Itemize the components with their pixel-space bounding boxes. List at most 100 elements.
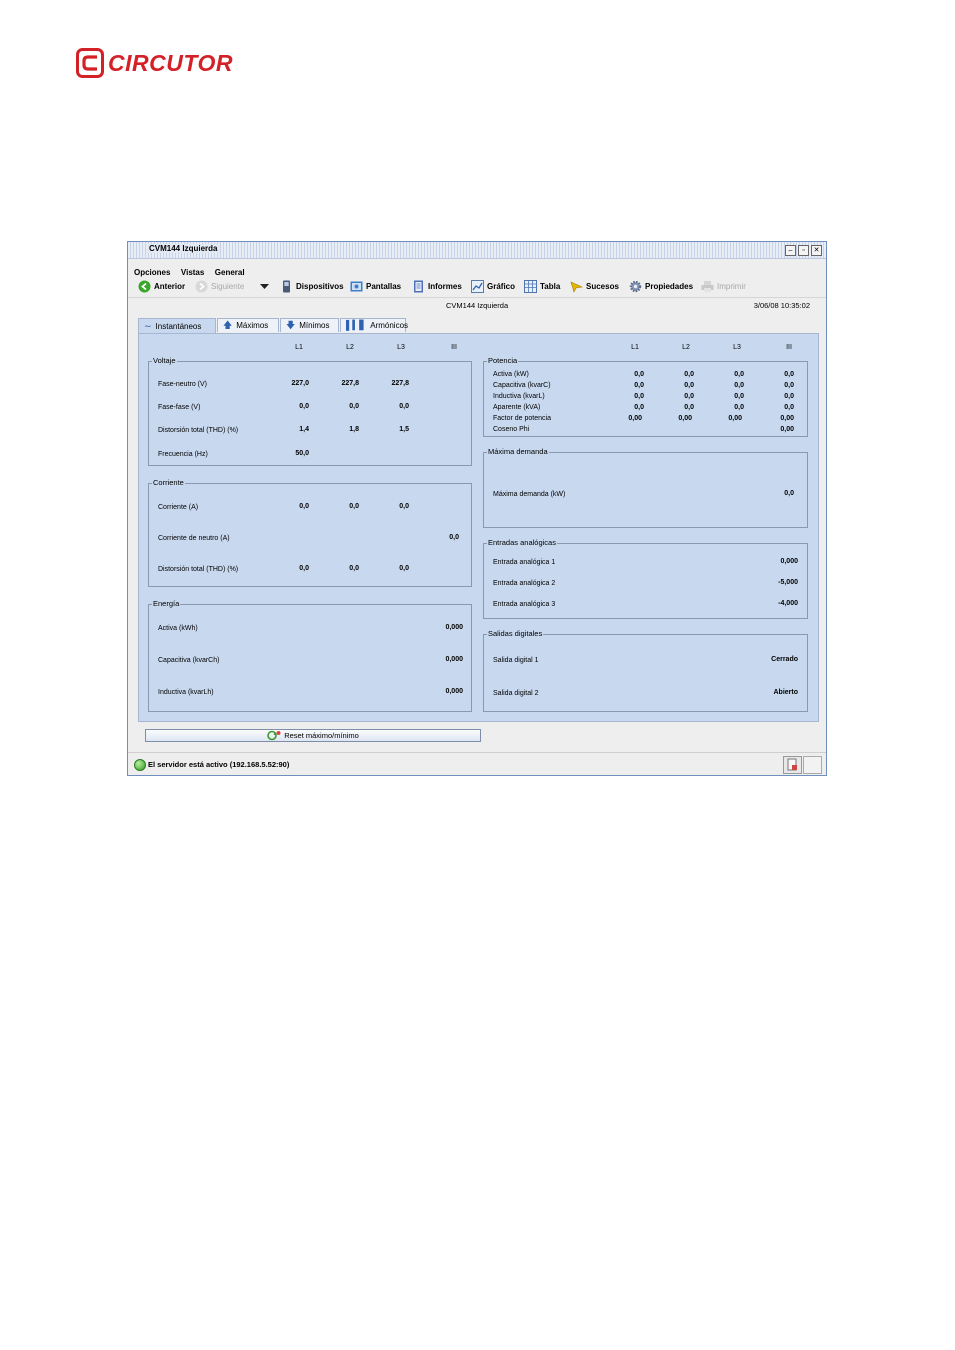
value-iii: 0,000 xyxy=(445,656,463,663)
reset-max-min-button[interactable]: Reset máximo/mínimo xyxy=(145,729,481,742)
value-l1: 0,0 xyxy=(299,503,309,510)
value-iii: 0,0 xyxy=(784,382,794,389)
status-text: El servidor está activo (192.168.5.52:90… xyxy=(148,760,290,769)
group-title: Corriente xyxy=(152,478,185,487)
value-l1: 0,0 xyxy=(634,393,644,400)
row-label: Capacitiva (kvarC) xyxy=(493,382,551,389)
value: -5,000 xyxy=(778,579,798,586)
group-title: Entradas analógicas xyxy=(487,538,557,547)
propiedades-button[interactable]: Propiedades xyxy=(629,278,693,294)
value-l1: 227,0 xyxy=(291,380,309,387)
group-title: Voltaje xyxy=(152,356,177,365)
tabla-button[interactable]: Tabla xyxy=(524,278,560,294)
value-l3: 0,0 xyxy=(734,393,744,400)
dropdown-button[interactable] xyxy=(258,278,274,294)
row-label: Distorsión total (THD) (%) xyxy=(158,427,239,434)
grafico-button[interactable]: Gráfico xyxy=(471,278,515,294)
corriente-group: Corriente Corriente (A) 0,0 0,0 0,0 Corr… xyxy=(148,478,472,587)
device-name: CVM144 Izquierda xyxy=(446,301,509,310)
siguiente-button[interactable]: Siguiente xyxy=(195,278,244,294)
value-l3: 0,0 xyxy=(399,403,409,410)
menu-bar: Opciones Vistas General xyxy=(128,259,826,277)
restore-icon[interactable]: ▫ xyxy=(798,245,809,256)
row-label: Inductiva (kvarL) xyxy=(493,393,545,400)
entradas-analogicas-group: Entradas analógicas Entrada analógica 1 … xyxy=(483,538,808,619)
tab-armonicos[interactable]: ▌▍▋ Armónicos xyxy=(340,318,408,332)
value-l1: 0,0 xyxy=(634,404,644,411)
value-l1: 0,0 xyxy=(634,382,644,389)
pantallas-button[interactable]: Pantallas xyxy=(350,278,401,294)
energia-group: Energía Activa (kWh) 0,000 Capacitiva (k… xyxy=(148,599,472,712)
status-led-icon xyxy=(134,759,146,771)
minimize-icon[interactable]: – xyxy=(785,245,796,256)
status-empty-box[interactable] xyxy=(803,756,822,774)
voltaje-group: Voltaje Fase-neutro (V) 227,0 227,8 227,… xyxy=(148,356,472,466)
col-header-l3: L3 xyxy=(397,344,405,351)
group-title: Máxima demanda xyxy=(487,447,549,456)
group-title: Salidas digitales xyxy=(487,629,544,638)
value-l2: 0,0 xyxy=(684,371,694,378)
potencia-group: Potencia Activa (kW) 0,0 0,0 0,0 0,0 Cap… xyxy=(483,356,808,437)
device-icon xyxy=(283,280,290,292)
dispositivos-button[interactable]: Dispositivos xyxy=(280,278,344,294)
value-iii: 0,000 xyxy=(445,688,463,695)
anterior-button[interactable]: Anterior xyxy=(138,278,185,294)
row-label: Aparente (kVA) xyxy=(493,404,541,411)
value-l1: 0,0 xyxy=(299,403,309,410)
wave-icon: ∼ xyxy=(144,320,152,331)
value-l2: 0,0 xyxy=(684,404,694,411)
value-l3: 227,8 xyxy=(391,380,409,387)
row-label: Fase-neutro (V) xyxy=(158,381,208,388)
value-l2: 0,0 xyxy=(349,403,359,410)
arrow-down-icon: 🡇 xyxy=(286,319,296,330)
value-iii: 0,000 xyxy=(445,624,463,631)
value-l3: 1,5 xyxy=(399,426,409,433)
screen-icon xyxy=(350,281,363,291)
status-document-icon[interactable] xyxy=(783,756,802,774)
value-l3: 0,0 xyxy=(734,404,744,411)
title-bar[interactable]: CVM144 Izquierda – ▫ ✕ xyxy=(128,242,826,259)
value-l3: 0,0 xyxy=(734,371,744,378)
tab-maximos[interactable]: 🡅 Máximos xyxy=(217,318,279,332)
col-header-iii-right: III xyxy=(786,344,792,351)
row-label: Entrada analógica 3 xyxy=(493,601,556,608)
chart-icon xyxy=(471,279,484,293)
row-label: Entrada analógica 1 xyxy=(493,559,556,566)
tab-instantaneos[interactable]: ∼ Instantáneos xyxy=(138,318,216,333)
row-label: Capacitiva (kvarCh) xyxy=(158,657,220,664)
value-iii: 0,00 xyxy=(780,426,794,433)
row-label: Distorsión total (THD) (%) xyxy=(158,566,239,573)
back-arrow-icon xyxy=(138,280,151,292)
row-label: Factor de potencia xyxy=(493,415,551,422)
value-l2: 0,0 xyxy=(349,565,359,572)
toolbar: Anterior Siguiente Dispositivos Pantalla… xyxy=(128,275,826,298)
printer-icon xyxy=(701,280,714,292)
value-iii: 0,0 xyxy=(784,404,794,411)
sucesos-button[interactable]: Sucesos xyxy=(570,278,619,294)
forward-arrow-icon xyxy=(195,280,208,292)
value: Cerrado xyxy=(771,656,798,663)
value-l2: 227,8 xyxy=(341,380,359,387)
window-title: CVM144 Izquierda xyxy=(146,244,221,253)
value-l1: 50,0 xyxy=(295,450,309,457)
reset-icon xyxy=(267,730,281,741)
value-l3: 0,0 xyxy=(399,503,409,510)
salidas-digitales-group: Salidas digitales Salida digital 1 Cerra… xyxy=(483,629,808,712)
app-window: CVM144 Izquierda – ▫ ✕ Opciones Vistas G… xyxy=(127,241,827,776)
col-header-l2-right: L2 xyxy=(682,344,690,351)
row-label: Entrada analógica 2 xyxy=(493,580,556,587)
row-label: Frecuencia (Hz) xyxy=(158,451,208,458)
value-iii: 0,0 xyxy=(784,490,794,497)
value-l3: 0,0 xyxy=(399,565,409,572)
informes-button[interactable]: Informes xyxy=(412,278,462,294)
arrow-up-icon: 🡅 xyxy=(223,319,233,330)
imprimir-button[interactable]: Imprimir xyxy=(701,278,746,294)
tab-minimos[interactable]: 🡇 Mínimos xyxy=(280,318,339,332)
row-label: Corriente de neutro (A) xyxy=(158,535,230,542)
circutor-logo-icon xyxy=(76,48,104,78)
close-icon[interactable]: ✕ xyxy=(811,245,822,256)
row-label: Corriente (A) xyxy=(158,504,199,511)
col-header-l1: L1 xyxy=(295,344,303,351)
value-l2: 0,0 xyxy=(349,503,359,510)
value-l1: 0,00 xyxy=(628,415,642,422)
